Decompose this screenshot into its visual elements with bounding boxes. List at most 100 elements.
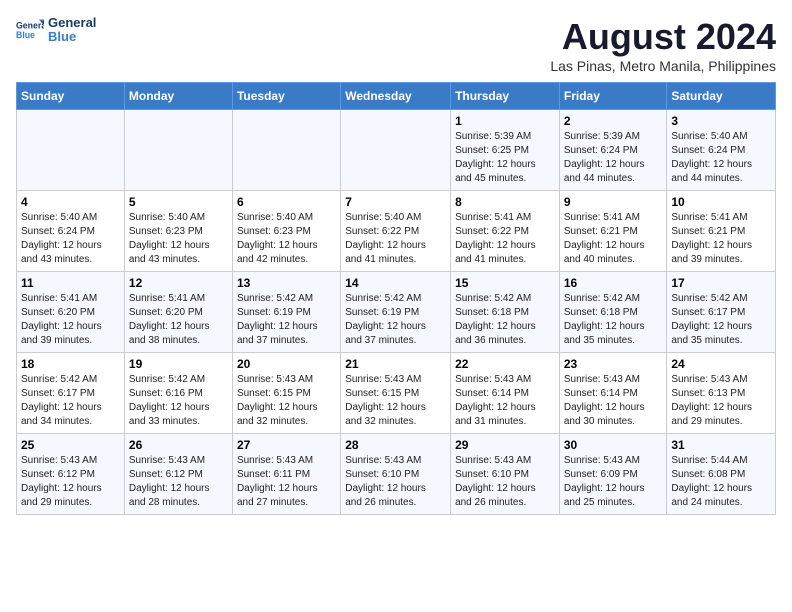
day-number: 5 xyxy=(129,195,228,209)
day-number: 1 xyxy=(455,114,555,128)
calendar-cell: 2 Sunrise: 5:39 AM Sunset: 6:24 PM Daylig… xyxy=(559,110,667,191)
day-info: Sunrise: 5:40 AM Sunset: 6:24 PM Dayligh… xyxy=(671,130,771,186)
day-number: 23 xyxy=(564,357,663,371)
day-number: 20 xyxy=(237,357,336,371)
day-number: 13 xyxy=(237,276,336,290)
day-info: Sunrise: 5:43 AM Sunset: 6:14 PM Dayligh… xyxy=(564,373,663,429)
day-info: Sunrise: 5:42 AM Sunset: 6:19 PM Dayligh… xyxy=(345,292,446,348)
logo: General Blue General Blue xyxy=(16,16,96,45)
day-info: Sunrise: 5:44 AM Sunset: 6:08 PM Dayligh… xyxy=(671,454,771,510)
calendar-week-1: 1Sunrise: 5:39 AM Sunset: 6:25 PM Daylig… xyxy=(17,110,776,191)
day-header-saturday: Saturday xyxy=(667,83,776,110)
calendar-cell: 26Sunrise: 5:43 AM Sunset: 6:12 PM Dayli… xyxy=(124,434,232,515)
day-info: Sunrise: 5:42 AM Sunset: 6:17 PM Dayligh… xyxy=(671,292,771,348)
day-info: Sunrise: 5:43 AM Sunset: 6:14 PM Dayligh… xyxy=(455,373,555,429)
day-info: Sunrise: 5:43 AM Sunset: 6:12 PM Dayligh… xyxy=(21,454,120,510)
day-info: Sunrise: 5:39 AM Sunset: 6:24 PM Dayligh… xyxy=(564,130,663,186)
calendar-cell: 6 Sunrise: 5:40 AM Sunset: 6:23 PM Daylig… xyxy=(232,191,340,272)
day-info: Sunrise: 5:42 AM Sunset: 6:18 PM Dayligh… xyxy=(455,292,555,348)
day-info: Sunrise: 5:43 AM Sunset: 6:13 PM Dayligh… xyxy=(671,373,771,429)
logo-text-blue: Blue xyxy=(48,30,96,44)
calendar-week-5: 25 Sunrise: 5:43 AM Sunset: 6:12 PM Dayli… xyxy=(17,434,776,515)
calendar-body: 1Sunrise: 5:39 AM Sunset: 6:25 PM Daylig… xyxy=(17,110,776,515)
calendar-cell: 23 Sunrise: 5:43 AM Sunset: 6:14 PM Dayli… xyxy=(559,353,667,434)
calendar-cell: 16Sunrise: 5:42 AM Sunset: 6:18 PM Dayli… xyxy=(559,272,667,353)
day-info: Sunrise: 5:40 AM Sunset: 6:23 PM Dayligh… xyxy=(129,211,228,267)
calendar-cell: 11 Sunrise: 5:41 AM Sunset: 6:20 PM Dayli… xyxy=(17,272,125,353)
calendar-week-3: 11 Sunrise: 5:41 AM Sunset: 6:20 PM Dayli… xyxy=(17,272,776,353)
calendar-cell: 24 Sunrise: 5:43 AM Sunset: 6:13 PM Dayli… xyxy=(667,353,776,434)
calendar-cell: 29 Sunrise: 5:43 AM Sunset: 6:10 PM Dayli… xyxy=(451,434,560,515)
day-number: 22 xyxy=(455,357,555,371)
calendar-cell: 27Sunrise: 5:43 AM Sunset: 6:11 PM Dayli… xyxy=(232,434,340,515)
calendar-cell xyxy=(124,110,232,191)
calendar-cell: 30 Sunrise: 5:43 AM Sunset: 6:09 PM Dayli… xyxy=(559,434,667,515)
calendar-cell: 10 Sunrise: 5:41 AM Sunset: 6:21 PM Dayli… xyxy=(667,191,776,272)
calendar-cell: 19 Sunrise: 5:42 AM Sunset: 6:16 PM Dayli… xyxy=(124,353,232,434)
calendar-cell: 21 Sunrise: 5:43 AM Sunset: 6:15 PM Dayli… xyxy=(341,353,451,434)
day-info: Sunrise: 5:43 AM Sunset: 6:15 PM Dayligh… xyxy=(237,373,336,429)
subtitle: Las Pinas, Metro Manila, Philippines xyxy=(550,58,776,74)
day-number: 29 xyxy=(455,438,555,452)
day-header-wednesday: Wednesday xyxy=(341,83,451,110)
calendar-cell: 8Sunrise: 5:41 AM Sunset: 6:22 PM Daylig… xyxy=(451,191,560,272)
day-info: Sunrise: 5:43 AM Sunset: 6:09 PM Dayligh… xyxy=(564,454,663,510)
calendar-table: SundayMondayTuesdayWednesdayThursdayFrid… xyxy=(16,82,776,515)
calendar-cell: 5 Sunrise: 5:40 AM Sunset: 6:23 PM Daylig… xyxy=(124,191,232,272)
calendar-cell: 7Sunrise: 5:40 AM Sunset: 6:22 PM Daylig… xyxy=(341,191,451,272)
day-info: Sunrise: 5:40 AM Sunset: 6:23 PM Dayligh… xyxy=(237,211,336,267)
day-number: 9 xyxy=(564,195,663,209)
day-info: Sunrise: 5:41 AM Sunset: 6:21 PM Dayligh… xyxy=(671,211,771,267)
calendar-cell: 28Sunrise: 5:43 AM Sunset: 6:10 PM Dayli… xyxy=(341,434,451,515)
day-number: 31 xyxy=(671,438,771,452)
calendar-cell: 3 Sunrise: 5:40 AM Sunset: 6:24 PM Daylig… xyxy=(667,110,776,191)
day-number: 4 xyxy=(21,195,120,209)
day-info: Sunrise: 5:41 AM Sunset: 6:20 PM Dayligh… xyxy=(21,292,120,348)
day-number: 7 xyxy=(345,195,446,209)
calendar-cell: 17 Sunrise: 5:42 AM Sunset: 6:17 PM Dayli… xyxy=(667,272,776,353)
day-info: Sunrise: 5:42 AM Sunset: 6:19 PM Dayligh… xyxy=(237,292,336,348)
day-header-monday: Monday xyxy=(124,83,232,110)
day-number: 19 xyxy=(129,357,228,371)
day-number: 14 xyxy=(345,276,446,290)
day-info: Sunrise: 5:41 AM Sunset: 6:20 PM Dayligh… xyxy=(129,292,228,348)
day-number: 24 xyxy=(671,357,771,371)
day-number: 17 xyxy=(671,276,771,290)
day-header-friday: Friday xyxy=(559,83,667,110)
day-info: Sunrise: 5:40 AM Sunset: 6:24 PM Dayligh… xyxy=(21,211,120,267)
day-number: 21 xyxy=(345,357,446,371)
calendar-cell: 1Sunrise: 5:39 AM Sunset: 6:25 PM Daylig… xyxy=(451,110,560,191)
day-header-thursday: Thursday xyxy=(451,83,560,110)
day-number: 25 xyxy=(21,438,120,452)
calendar-cell: 18 Sunrise: 5:42 AM Sunset: 6:17 PM Dayli… xyxy=(17,353,125,434)
title-block: August 2024 Las Pinas, Metro Manila, Phi… xyxy=(550,16,776,74)
day-number: 18 xyxy=(21,357,120,371)
day-info: Sunrise: 5:43 AM Sunset: 6:10 PM Dayligh… xyxy=(455,454,555,510)
calendar-cell: 12Sunrise: 5:41 AM Sunset: 6:20 PM Dayli… xyxy=(124,272,232,353)
calendar-header: SundayMondayTuesdayWednesdayThursdayFrid… xyxy=(17,83,776,110)
page-header: General Blue General Blue August 2024 La… xyxy=(16,16,776,74)
main-title: August 2024 xyxy=(550,16,776,58)
day-number: 27 xyxy=(237,438,336,452)
calendar-week-4: 18 Sunrise: 5:42 AM Sunset: 6:17 PM Dayli… xyxy=(17,353,776,434)
day-number: 30 xyxy=(564,438,663,452)
calendar-cell: 13 Sunrise: 5:42 AM Sunset: 6:19 PM Dayli… xyxy=(232,272,340,353)
calendar-cell xyxy=(17,110,125,191)
calendar-cell: 9Sunrise: 5:41 AM Sunset: 6:21 PM Daylig… xyxy=(559,191,667,272)
calendar-cell xyxy=(232,110,340,191)
day-number: 11 xyxy=(21,276,120,290)
day-info: Sunrise: 5:43 AM Sunset: 6:12 PM Dayligh… xyxy=(129,454,228,510)
logo-text-general: General xyxy=(48,16,96,30)
day-info: Sunrise: 5:43 AM Sunset: 6:10 PM Dayligh… xyxy=(345,454,446,510)
day-number: 2 xyxy=(564,114,663,128)
day-number: 10 xyxy=(671,195,771,209)
day-number: 6 xyxy=(237,195,336,209)
day-info: Sunrise: 5:42 AM Sunset: 6:17 PM Dayligh… xyxy=(21,373,120,429)
svg-text:General: General xyxy=(16,21,44,31)
day-info: Sunrise: 5:43 AM Sunset: 6:15 PM Dayligh… xyxy=(345,373,446,429)
calendar-cell: 31 Sunrise: 5:44 AM Sunset: 6:08 PM Dayli… xyxy=(667,434,776,515)
day-info: Sunrise: 5:41 AM Sunset: 6:22 PM Dayligh… xyxy=(455,211,555,267)
day-info: Sunrise: 5:42 AM Sunset: 6:16 PM Dayligh… xyxy=(129,373,228,429)
day-number: 3 xyxy=(671,114,771,128)
svg-text:Blue: Blue xyxy=(16,30,35,40)
